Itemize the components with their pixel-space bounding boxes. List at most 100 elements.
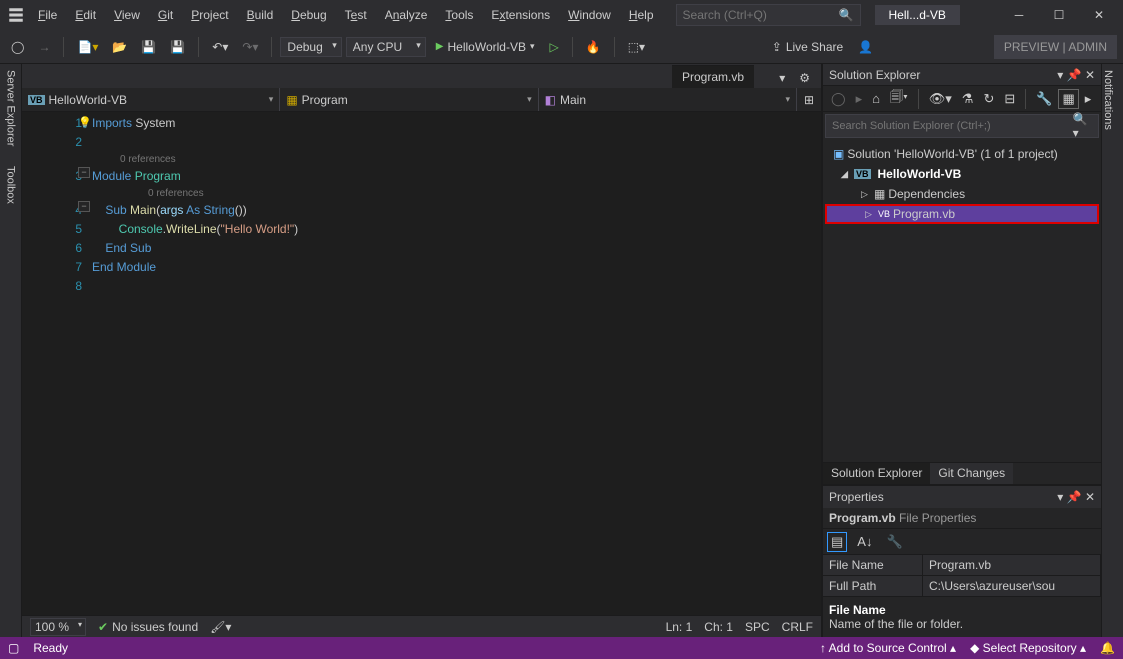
lightbulb-icon[interactable]: 💡 [78, 114, 92, 133]
minimize-button[interactable]: ─ [999, 0, 1039, 30]
dropdown-icon[interactable]: ▾ [1057, 490, 1063, 504]
menu-tools[interactable]: Tools [437, 4, 481, 26]
close-icon[interactable]: ✕ [1085, 490, 1095, 504]
open-file-icon[interactable]: 📂 [107, 37, 132, 57]
caret-line[interactable]: Ln: 1 [666, 620, 693, 634]
alpha-sort-icon[interactable]: A↓ [853, 532, 876, 551]
prop-value[interactable]: Program.vb [923, 555, 1101, 576]
expand-icon[interactable]: ▷ [861, 189, 871, 200]
indent-mode[interactable]: SPC [745, 620, 770, 634]
solution-search-input[interactable] [832, 120, 1073, 132]
menu-project[interactable]: Project [183, 4, 236, 26]
refresh-icon[interactable]: ↻ [979, 89, 998, 109]
expand-icon[interactable]: ▷ [865, 209, 875, 220]
platform-dropdown[interactable]: Any CPU [346, 37, 426, 57]
menu-build[interactable]: Build [239, 4, 282, 26]
preview-icon[interactable]: ▸ [1081, 89, 1096, 109]
brush-icon[interactable]: 🖌▾ [210, 620, 231, 634]
caret-col[interactable]: Ch: 1 [704, 620, 733, 634]
file-tab-program[interactable]: Program.vb [672, 65, 754, 88]
status-ready: Ready [33, 641, 68, 655]
nav-fwd-icon[interactable]: → [33, 37, 55, 57]
close-button[interactable]: ✕ [1079, 0, 1119, 30]
fold-icon[interactable]: − [78, 201, 90, 212]
preview-admin-badge[interactable]: PREVIEW | ADMIN [994, 35, 1117, 59]
right-side-tabs: Notifications [1101, 64, 1123, 637]
new-item-icon[interactable]: 📄▾ [72, 37, 103, 57]
dropdown-icon[interactable]: ▾ [1057, 68, 1063, 82]
menu-window[interactable]: Window [560, 4, 619, 26]
project-node[interactable]: ◢ VB HelloWorld-VB [823, 164, 1101, 184]
vb-file-icon: VB [878, 209, 890, 219]
properties-icon[interactable]: 🔧 [1032, 89, 1056, 109]
lineending-mode[interactable]: CRLF [782, 620, 813, 634]
menu-git[interactable]: Git [150, 4, 181, 26]
menu-help[interactable]: Help [621, 4, 662, 26]
menu-file[interactable]: File [30, 4, 65, 26]
zoom-dropdown[interactable]: 100 % [30, 618, 86, 636]
select-repository[interactable]: ◆ Select Repository ▴ [970, 641, 1086, 655]
switch-views-icon[interactable]: 🗐▾ [886, 86, 912, 112]
left-side-tabs: Server Explorer Toolbox [0, 64, 22, 637]
wrench-icon[interactable]: 🔧 [882, 532, 906, 552]
tab-dropdown-icon[interactable]: ▾ [774, 68, 790, 88]
side-tab-toolbox[interactable]: Toolbox [5, 166, 17, 204]
nav-member-combo[interactable]: ◧ Main [539, 88, 797, 111]
properties-description: File Name Name of the file or folder. [823, 597, 1101, 637]
home-icon[interactable]: ⌂ [868, 89, 884, 108]
sync-icon[interactable]: 👁▾ [925, 89, 956, 109]
dependencies-node[interactable]: ▷ ▦ Dependencies [823, 184, 1101, 204]
back-icon[interactable]: ◯ [827, 89, 850, 109]
solution-search[interactable]: 🔍▾ [825, 114, 1099, 138]
save-icon[interactable]: 💾 [136, 37, 161, 57]
codelens-refs[interactable]: 0 references [92, 152, 821, 167]
menu-view[interactable]: View [106, 4, 148, 26]
prop-value[interactable]: C:\Users\azureuser\sou [923, 576, 1101, 597]
close-icon[interactable]: ✕ [1085, 68, 1095, 82]
split-icon[interactable]: ⊞ [797, 88, 821, 111]
side-tab-server-explorer[interactable]: Server Explorer [5, 70, 17, 146]
run-button[interactable]: ▶ HelloWorld-VB ▾ [430, 38, 541, 56]
step-icon[interactable]: ⬚▾ [623, 37, 650, 57]
collapse-icon[interactable]: ⊟ [1000, 89, 1019, 109]
hot-reload-icon[interactable]: 🔥 [581, 37, 606, 57]
redo-icon[interactable]: ↷▾ [237, 37, 263, 57]
fold-icon[interactable]: − [78, 167, 90, 178]
tab-solution-explorer[interactable]: Solution Explorer [823, 463, 930, 484]
tab-git-changes[interactable]: Git Changes [930, 463, 1013, 484]
codelens-refs[interactable]: 0 references [92, 186, 821, 201]
code-editor[interactable]: 💡 1 2 3 4 5 6 7 8 Imports System 0 refer… [22, 112, 821, 615]
global-search[interactable]: 🔍 [676, 4, 861, 26]
side-tab-notifications[interactable]: Notifications [1102, 70, 1114, 130]
nav-class-combo[interactable]: ▦ Program [280, 88, 538, 111]
fwd-icon[interactable]: ▸ [852, 89, 867, 109]
bell-icon[interactable]: 🔔 [1100, 641, 1115, 655]
properties-object[interactable]: Program.vb File Properties [823, 508, 1101, 529]
run-noddebug-icon[interactable]: ▷ [545, 37, 564, 57]
menu-edit[interactable]: Edit [67, 4, 104, 26]
save-all-icon[interactable]: 💾 [165, 37, 190, 57]
undo-icon[interactable]: ↶▾ [207, 37, 233, 57]
feedback-icon[interactable]: 👤 [853, 37, 878, 57]
maximize-button[interactable]: ☐ [1039, 0, 1079, 30]
global-search-input[interactable] [683, 8, 839, 22]
file-node-program[interactable]: ▷ VB Program.vb [825, 204, 1099, 224]
solution-node[interactable]: ▣ Solution 'HelloWorld-VB' (1 of 1 proje… [823, 144, 1101, 164]
add-source-control[interactable]: ↑ Add to Source Control ▴ [820, 641, 956, 655]
show-all-icon[interactable]: ▦ [1058, 89, 1078, 109]
menu-debug[interactable]: Debug [283, 4, 334, 26]
live-share-button[interactable]: ⇪ Live Share [766, 38, 849, 56]
menu-analyze[interactable]: Analyze [377, 4, 436, 26]
config-dropdown[interactable]: Debug [280, 37, 341, 57]
pin-icon[interactable]: 📌 [1067, 490, 1082, 504]
menu-test[interactable]: Test [337, 4, 375, 26]
nav-project-combo[interactable]: VB HelloWorld-VB [22, 88, 280, 111]
pin-icon[interactable]: 📌 [1067, 68, 1082, 82]
categorized-icon[interactable]: ▤ [827, 532, 847, 552]
menu-extensions[interactable]: Extensions [483, 4, 558, 26]
expand-icon[interactable]: ◢ [841, 169, 851, 180]
nav-back-icon[interactable]: ◯ [6, 37, 29, 57]
tab-gear-icon[interactable]: ⚙ [794, 68, 815, 88]
issues-indicator[interactable]: ✔ No issues found [98, 620, 198, 634]
filter-icon[interactable]: ⚗ [958, 89, 978, 109]
